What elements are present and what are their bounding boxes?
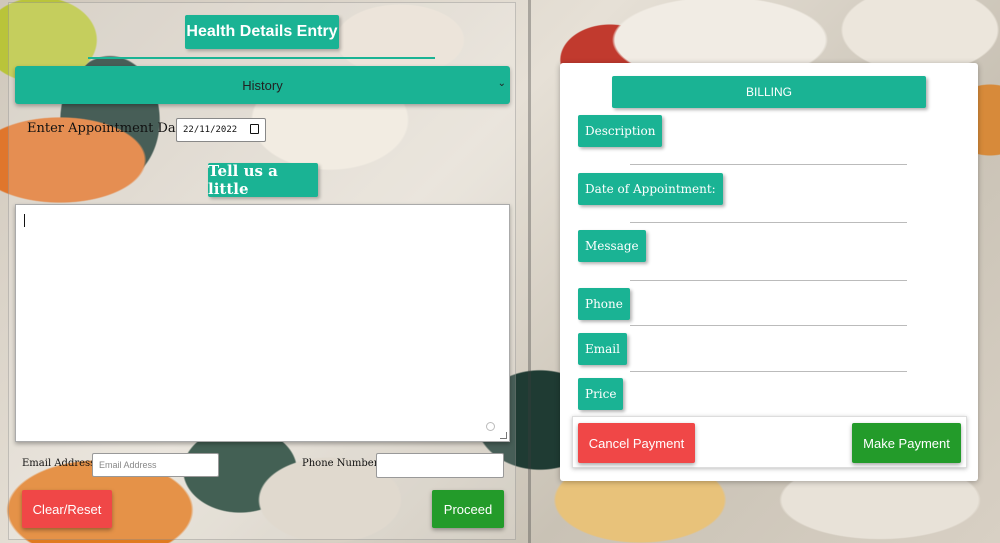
message-textarea[interactable] [15,204,510,442]
grammar-check-icon [486,422,495,431]
billing-title: BILLING [612,76,926,108]
appointment-date-value: 22/11/2022 [183,125,238,135]
billing-field-message: Message [578,230,646,262]
billing-field-line [630,371,907,372]
billing-field-description: Description [578,115,663,147]
phone-input[interactable] [376,453,504,478]
billing-field-price: Price [578,378,624,410]
text-caret [24,214,25,227]
title-underline [88,57,435,59]
email-input[interactable]: Email Address [92,453,219,477]
appointment-date-input[interactable]: 22/11/2022 [176,118,266,142]
payment-actions: Cancel Payment Make Payment [572,416,967,468]
billing-field-line [630,280,907,281]
billing-field-phone: Phone [578,288,630,320]
calendar-icon[interactable] [250,124,259,134]
phone-label: Phone Number [302,458,379,469]
email-placeholder: Email Address [99,460,157,470]
billing-field-email: Email [578,333,627,365]
billing-field-date: Date of Appointment: [578,173,723,205]
resize-handle-icon[interactable] [500,432,507,439]
billing-field-line [630,164,907,165]
clear-reset-button[interactable]: Clear/Reset [22,490,112,528]
history-select[interactable]: History ⌄ [15,66,510,104]
make-payment-button[interactable]: Make Payment [852,423,961,463]
billing-field-line [630,222,907,223]
history-select-value: History [242,77,283,93]
cancel-payment-button[interactable]: Cancel Payment [578,423,695,463]
billing-card: BILLING Description Date of Appointment:… [560,63,978,481]
proceed-button[interactable]: Proceed [432,490,504,528]
billing-field-line [630,325,907,326]
email-label: Email Address [22,458,96,469]
chevron-down-icon: ⌄ [497,78,506,89]
panel-divider [528,0,531,543]
page-title: Health Details Entry [185,15,339,49]
tell-us-heading: Tell us a little [208,162,318,198]
appointment-date-label: Enter Appointment Date [27,121,189,136]
